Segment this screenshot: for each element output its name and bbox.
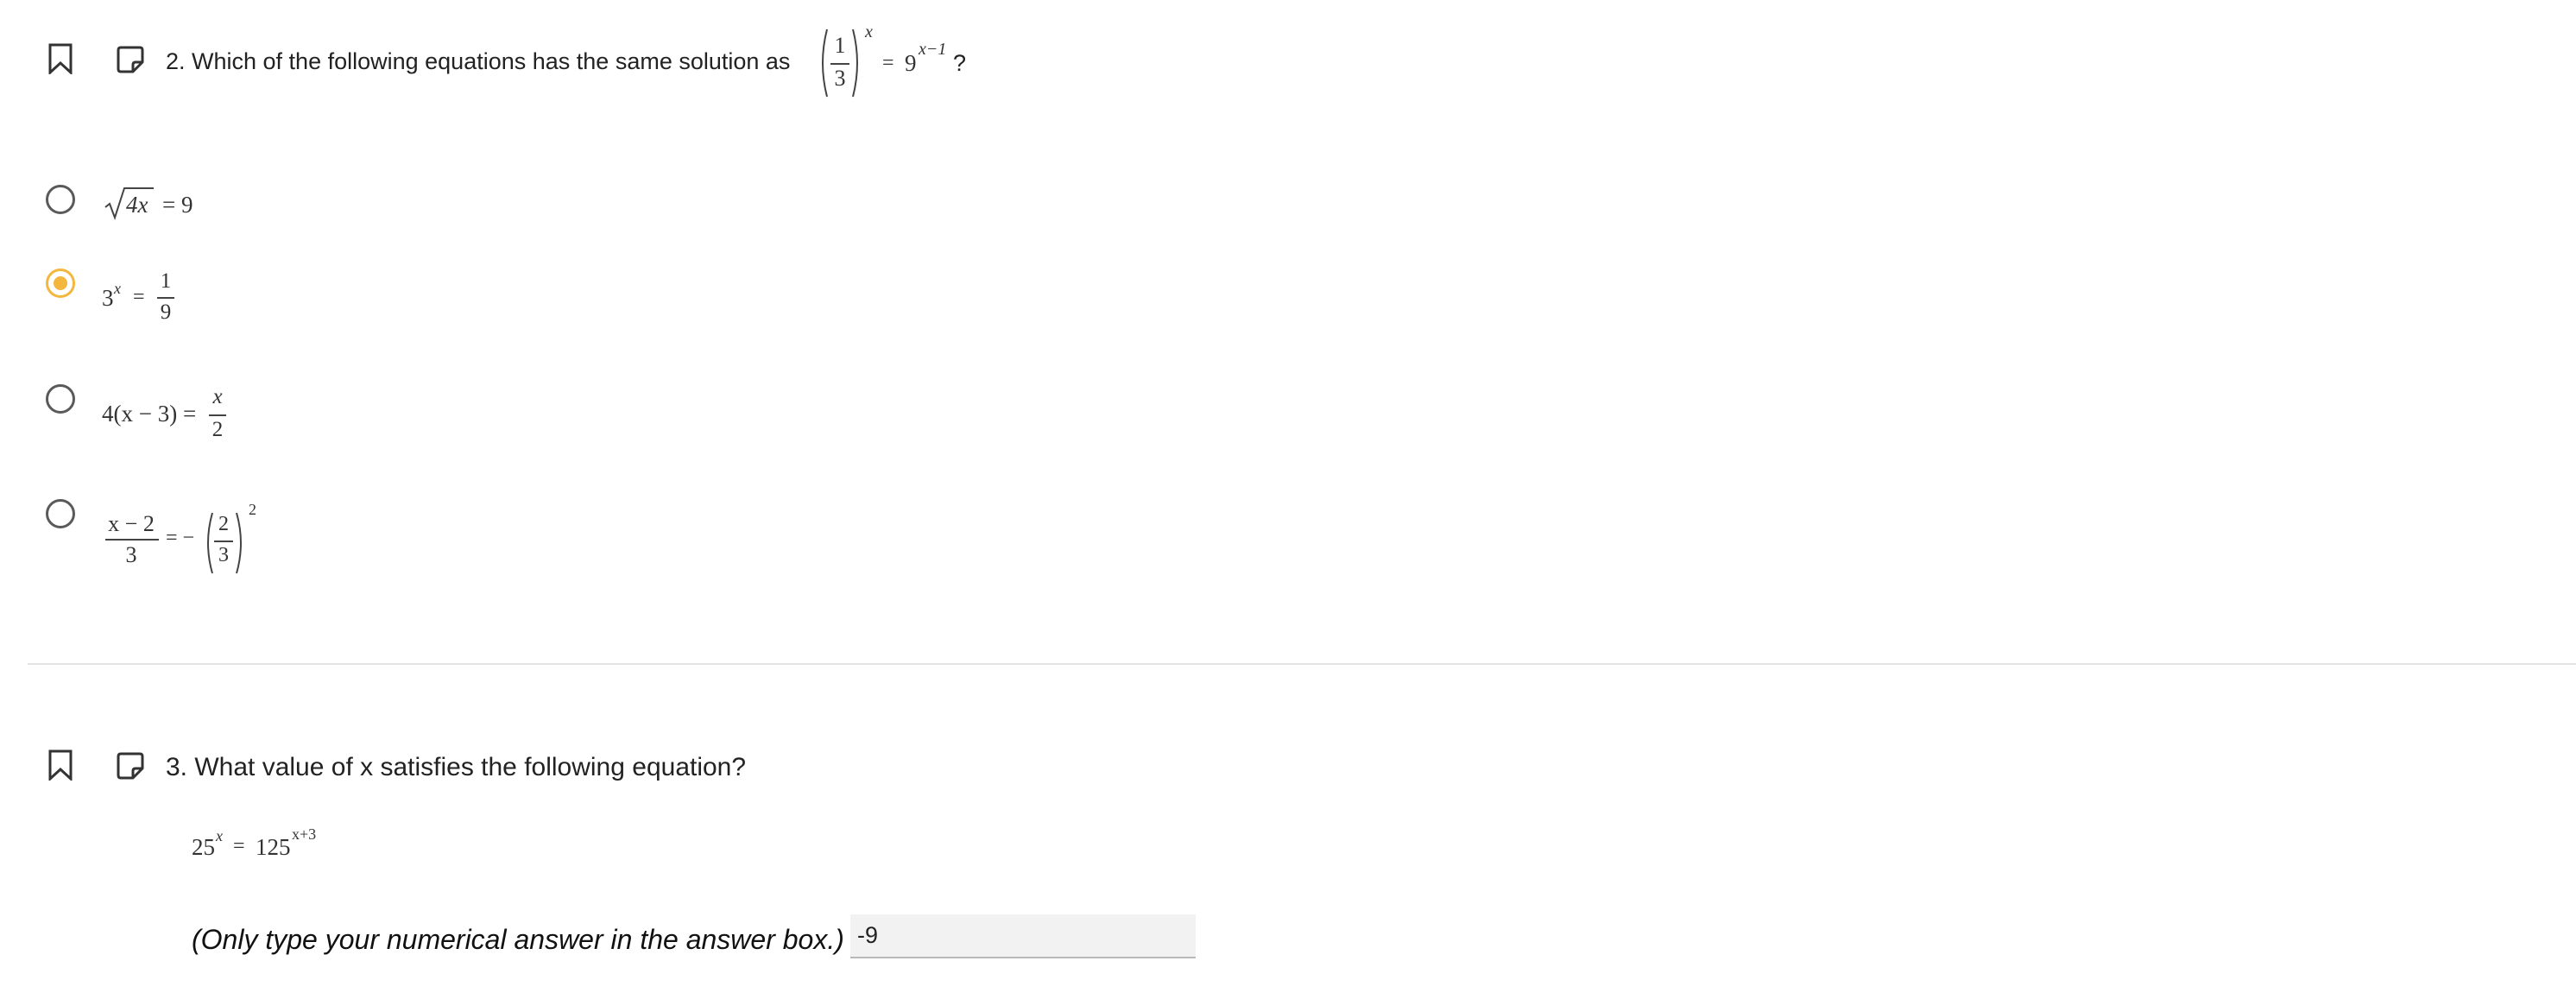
option-b-exponent: x	[114, 280, 121, 297]
option-b-fraction-bar	[157, 297, 174, 299]
lhs-denominator: 3	[834, 66, 846, 91]
option-b-numerator: 1	[160, 269, 172, 293]
radicand: 4x	[126, 192, 148, 218]
q3-rhs-base: 125	[256, 834, 291, 860]
option-d-right-paren	[236, 512, 242, 574]
equals-sign: =	[882, 52, 894, 74]
q3-rhs-exponent: x+3	[292, 825, 317, 843]
option-d-inner-bar	[214, 541, 233, 542]
rhs-exponent: x−1	[919, 40, 947, 59]
question-3-equation: 25 x = 125 x+3	[192, 825, 347, 863]
lhs-fraction-bar	[830, 63, 849, 65]
left-paren	[822, 28, 828, 98]
option-d-exponent: 2	[249, 501, 256, 518]
option-d-left-paren	[207, 512, 213, 574]
question-divider	[28, 663, 2576, 665]
option-d-denominator: 3	[125, 542, 137, 567]
option-b-base: 3	[102, 285, 114, 311]
option-b-radio[interactable]	[46, 269, 75, 298]
question-2-equation: 1 3 x = 9 x−1	[817, 22, 972, 100]
q3-lhs-exponent: x	[216, 827, 223, 844]
right-paren	[852, 28, 858, 98]
option-b-equals: =	[133, 286, 145, 308]
option-c-radio[interactable]	[46, 384, 75, 414]
option-d-equation[interactable]: x − 2 3 = − 2 3 2	[104, 501, 268, 579]
option-d-radio[interactable]	[46, 499, 75, 528]
answer-instruction: (Only type your numerical answer in the …	[192, 924, 844, 955]
question-2-text: 2. Which of the following equations has …	[166, 48, 791, 74]
question-mark: ?	[953, 50, 967, 76]
option-a-rest: = 9	[162, 192, 193, 218]
option-d-numerator: x − 2	[108, 511, 155, 536]
note-icon[interactable]	[116, 751, 145, 781]
option-c-lhs: 4(x − 3) =	[102, 401, 197, 427]
option-c-numerator: x	[212, 385, 223, 408]
option-b-denominator: 9	[160, 300, 172, 324]
option-d-middle: = −	[166, 527, 195, 549]
bookmark-icon[interactable]	[47, 43, 73, 74]
lhs-exponent: x	[865, 22, 873, 41]
q3-equals: =	[233, 835, 245, 857]
option-c-equation[interactable]: 4(x − 3) = x 2	[102, 385, 249, 447]
option-d-inner-denominator: 3	[218, 544, 229, 566]
note-icon[interactable]	[116, 45, 145, 74]
option-d-fraction-bar	[105, 539, 159, 541]
bookmark-icon[interactable]	[47, 749, 73, 781]
question-3-text: 3. What value of x satisfies the followi…	[166, 753, 747, 781]
option-d-inner-numerator: 2	[218, 513, 229, 535]
option-a-radio[interactable]	[46, 185, 75, 214]
lhs-numerator: 1	[834, 33, 846, 58]
answer-input[interactable]	[850, 914, 1196, 958]
q3-lhs-base: 25	[192, 834, 215, 860]
rhs-base: 9	[905, 50, 917, 76]
option-c-fraction-bar	[209, 414, 226, 416]
option-a-equation[interactable]: 4x = 9	[104, 185, 224, 223]
option-c-denominator: 2	[212, 418, 224, 441]
option-b-equation[interactable]: 3 x = 1 9	[102, 266, 188, 328]
